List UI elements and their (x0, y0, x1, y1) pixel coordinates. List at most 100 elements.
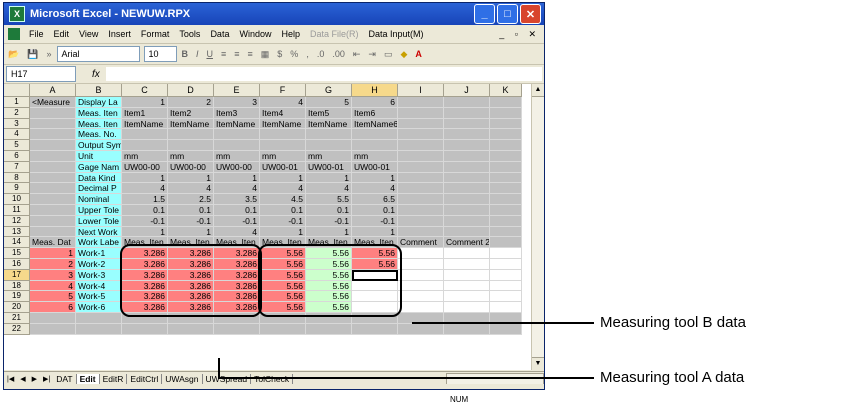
cell-d9[interactable]: 4 (168, 183, 214, 195)
open-icon[interactable]: 📂 (4, 49, 23, 60)
row-header-4[interactable]: 4 (4, 129, 30, 141)
cell-b17[interactable]: Work-3 (76, 269, 122, 281)
column-header-a[interactable]: A (30, 84, 76, 97)
cell-j16[interactable] (444, 259, 490, 270)
cell-g2[interactable]: Item5 (306, 107, 352, 119)
row-header-7[interactable]: 7 (4, 161, 30, 173)
cell-e8[interactable]: 1 (214, 172, 260, 184)
cell-e10[interactable]: 3.5 (214, 194, 260, 205)
fill-color-icon[interactable]: ◆ (396, 49, 411, 60)
cell-g12[interactable]: -0.1 (306, 215, 352, 227)
row-header-19[interactable]: 19 (4, 291, 30, 303)
cell-k16[interactable] (490, 259, 522, 270)
tab-editr[interactable]: EditR (100, 373, 128, 384)
cell-i12[interactable] (398, 215, 444, 227)
cell-b9[interactable]: Decimal P (76, 183, 122, 195)
cell-k18[interactable] (490, 280, 522, 292)
cell-d22[interactable] (168, 323, 214, 335)
cell-k2[interactable] (490, 107, 522, 119)
cell-f2[interactable]: Item4 (260, 107, 306, 119)
scroll-down-icon[interactable]: ▼ (532, 357, 544, 370)
cell-a2[interactable] (30, 107, 76, 119)
cell-c12[interactable]: -0.1 (122, 215, 168, 227)
menu-format[interactable]: Format (136, 29, 175, 39)
cell-a7[interactable] (30, 161, 76, 173)
row-header-14[interactable]: 14 (4, 237, 30, 249)
cell-d5[interactable] (168, 140, 214, 151)
cell-k20[interactable] (490, 302, 522, 313)
row-header-20[interactable]: 20 (4, 302, 30, 313)
cell-h10[interactable]: 6.5 (352, 194, 398, 205)
close-button[interactable]: ✕ (520, 4, 541, 24)
cell-i19[interactable] (398, 291, 444, 303)
cell-h3[interactable]: ItemName6 (352, 118, 398, 130)
cell-i16[interactable] (398, 259, 444, 270)
row-header-13[interactable]: 13 (4, 226, 30, 238)
cell-a6[interactable] (30, 151, 76, 162)
column-header-h[interactable]: H (352, 84, 398, 97)
font-select[interactable]: Arial (57, 46, 141, 62)
cell-c4[interactable] (122, 129, 168, 141)
cell-d3[interactable]: ItemName (168, 118, 214, 130)
cell-j19[interactable] (444, 291, 490, 303)
menu-file[interactable]: File (24, 29, 49, 39)
save-icon[interactable]: 💾 (23, 49, 42, 60)
tab-dat[interactable]: DAT (53, 373, 77, 384)
cell-d13[interactable]: 1 (168, 226, 214, 238)
cell-h8[interactable]: 1 (352, 172, 398, 184)
cell-a13[interactable] (30, 226, 76, 238)
cell-d10[interactable]: 2.5 (168, 194, 214, 205)
cell-i22[interactable] (398, 323, 444, 335)
cell-h11[interactable]: 0.1 (352, 205, 398, 216)
row-header-6[interactable]: 6 (4, 151, 30, 162)
cell-i1[interactable] (398, 97, 444, 108)
cell-e7[interactable]: UW00-00 (214, 161, 260, 173)
cell-a3[interactable] (30, 118, 76, 130)
underline-icon[interactable]: U (202, 49, 217, 59)
cell-j3[interactable] (444, 118, 490, 130)
cell-c9[interactable]: 4 (122, 183, 168, 195)
cell-b4[interactable]: Meas. No. (76, 129, 122, 141)
cell-c7[interactable]: UW00-00 (122, 161, 168, 173)
cell-f5[interactable] (260, 140, 306, 151)
cell-k11[interactable] (490, 205, 522, 216)
cell-f22[interactable] (260, 323, 306, 335)
row-header-12[interactable]: 12 (4, 215, 30, 227)
cell-e4[interactable] (214, 129, 260, 141)
cell-j22[interactable] (444, 323, 490, 335)
row-header-22[interactable]: 22 (4, 323, 30, 335)
cell-a4[interactable] (30, 129, 76, 141)
cell-f11[interactable]: 0.1 (260, 205, 306, 216)
menu-insert[interactable]: Insert (103, 29, 136, 39)
cell-a1[interactable]: <Measure (30, 97, 76, 108)
cell-h4[interactable] (352, 129, 398, 141)
tab-editctrl[interactable]: EditCtrl (127, 373, 163, 384)
column-header-d[interactable]: D (168, 84, 214, 97)
cell-k4[interactable] (490, 129, 522, 141)
cell-h6[interactable]: mm (352, 151, 398, 162)
cell-f10[interactable]: 4.5 (260, 194, 306, 205)
menu-help[interactable]: Help (276, 29, 305, 39)
cell-f1[interactable]: 4 (260, 97, 306, 108)
cell-b3[interactable]: Meas. Iten (76, 118, 122, 130)
cell-c1[interactable]: 1 (122, 97, 168, 108)
row-header-8[interactable]: 8 (4, 172, 30, 184)
cell-j1[interactable] (444, 97, 490, 108)
cell-j20[interactable] (444, 302, 490, 313)
outdent-icon[interactable]: ⇥ (364, 49, 380, 60)
cell-b2[interactable]: Meas. Iten (76, 107, 122, 119)
select-all-corner[interactable] (4, 84, 30, 97)
cell-k8[interactable] (490, 172, 522, 184)
cell-d4[interactable] (168, 129, 214, 141)
font-color-icon[interactable]: A (411, 49, 426, 59)
row-header-9[interactable]: 9 (4, 183, 30, 195)
menu-data[interactable]: Data (205, 29, 234, 39)
menu-data-input[interactable]: Data Input(M) (364, 29, 429, 39)
cell-d7[interactable]: UW00-00 (168, 161, 214, 173)
cell-d8[interactable]: 1 (168, 172, 214, 184)
cell-k17[interactable] (490, 269, 522, 281)
menu-edit[interactable]: Edit (49, 29, 75, 39)
cell-b11[interactable]: Upper Tole (76, 205, 122, 216)
cell-e12[interactable]: -0.1 (214, 215, 260, 227)
scroll-up-icon[interactable]: ▲ (532, 84, 544, 97)
